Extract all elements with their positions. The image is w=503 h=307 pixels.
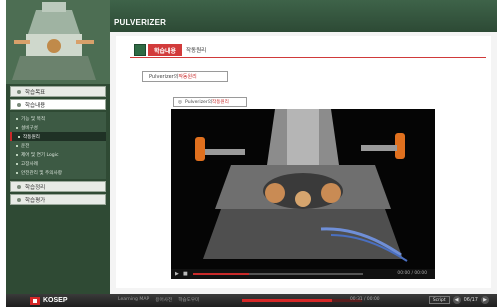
left-nav: 학습목표 학습내용 기능 및 목적 설비구성 작동원리 운전 제어 및 연기 L… (10, 86, 106, 207)
sub-item-label: 안전관리 및 주의사항 (21, 170, 62, 176)
sub-item-label: 작동원리 (23, 134, 40, 140)
footer-links: Learning MAP 용어사전 학습도우미 (118, 297, 199, 303)
nav-item-label: 학습정리 (25, 184, 46, 191)
header: PULVERIZER (110, 0, 497, 32)
course-progress-bar[interactable] (242, 299, 362, 302)
sub-item-operation[interactable]: 운전 (10, 141, 106, 150)
page-indicator: 06/17 (463, 297, 478, 303)
nav-item-objectives[interactable]: 학습목표 (10, 86, 106, 97)
left-panel: 학습목표 학습내용 기능 및 목적 설비구성 작동원리 운전 제어 및 연기 L… (6, 0, 110, 294)
sub-item-label: 고장사례 (21, 161, 38, 167)
section-subtitle: 작동원리 (186, 48, 207, 54)
pulverizer-illustration (6, 0, 110, 84)
footer-time: 00:31 / 00:00 (350, 297, 380, 302)
nav-item-label: 학습평가 (25, 197, 46, 204)
sub-item-failures[interactable]: 고장사례 (10, 159, 106, 168)
stop-icon[interactable]: ■ (183, 271, 189, 277)
bullet-icon (17, 102, 21, 107)
dot-icon (16, 171, 18, 174)
next-icon[interactable]: ▶ (481, 296, 489, 304)
sub-item-control-logic[interactable]: 제어 및 연기 Logic (10, 150, 106, 159)
video-caption-highlight: 작동원리 (211, 100, 229, 105)
video-caption: ◎ Pulverizer의 작동원리 (173, 97, 247, 107)
video-time: 00:00 / 00:00 (397, 271, 427, 276)
video-seek-fill (193, 273, 250, 275)
dot-icon (16, 144, 18, 147)
sub-item-label: 제어 및 연기 Logic (21, 152, 59, 158)
page-title: PULVERIZER (114, 18, 167, 27)
video-caption-prefix: Pulverizer의 (185, 100, 212, 105)
glossary-link[interactable]: 용어사전 (155, 297, 172, 303)
nav-submenu: 기능 및 목적 설비구성 작동원리 운전 제어 및 연기 Logic 고장사례 … (10, 112, 106, 179)
prev-icon[interactable]: ◀ (452, 296, 461, 304)
kosep-logo: KOSEP (30, 296, 68, 305)
section-header: 학습내용 작동원리 (130, 44, 486, 58)
topic-prefix: Pulverizer의 (149, 74, 179, 80)
video-panel: ◎ Pulverizer의 작동원리 ▶ ■ 00:00 / 00:00 (171, 97, 435, 281)
nav-item-content[interactable]: 학습내용 (10, 99, 106, 110)
video-controls: ▶ ■ 00:00 / 00:00 (171, 269, 435, 279)
bullet-icon (17, 197, 21, 202)
bullet-icon (17, 89, 21, 94)
sub-item-function[interactable]: 기능 및 목적 (10, 114, 106, 123)
script-button[interactable]: Script (428, 296, 450, 304)
main-content: 학습내용 작동원리 Pulverizer의 작동원리 ◎ Pulverizer의… (116, 36, 491, 288)
dot-icon (16, 162, 18, 165)
topic-highlight: 작동원리 (178, 74, 197, 80)
learning-map-link[interactable]: Learning MAP (118, 297, 149, 303)
footer-controls: Script ◀ 06/17 ▶ (428, 296, 489, 304)
logo-mark-icon (30, 296, 40, 305)
dot-icon (16, 126, 18, 129)
logo-text: KOSEP (43, 297, 68, 304)
video-player[interactable]: ▶ ■ 00:00 / 00:00 (171, 109, 435, 279)
play-icon[interactable]: ▶ (175, 271, 181, 277)
book-icon (134, 44, 146, 56)
sub-item-safety[interactable]: 안전관리 및 주의사항 (10, 168, 106, 177)
footer-bar: KOSEP Learning MAP 용어사전 학습도우미 00:31 / 00… (6, 294, 497, 307)
help-link[interactable]: 학습도우미 (178, 297, 199, 303)
dot-icon (16, 153, 18, 156)
pulverizer-animation (171, 109, 435, 269)
course-progress-fill (242, 299, 332, 302)
circle-icon: ◎ (178, 99, 183, 105)
sub-item-components[interactable]: 설비구성 (10, 123, 106, 132)
sub-item-label: 운전 (21, 143, 30, 149)
nav-item-summary[interactable]: 학습정리 (10, 181, 106, 192)
sub-item-principle[interactable]: 작동원리 (10, 132, 106, 141)
nav-item-label: 학습내용 (25, 102, 46, 109)
section-title: 학습내용 (148, 44, 182, 56)
topic-label: Pulverizer의 작동원리 (142, 71, 228, 82)
sub-item-label: 설비구성 (21, 125, 38, 131)
nav-item-evaluation[interactable]: 학습평가 (10, 194, 106, 205)
dot-icon (18, 135, 20, 138)
nav-item-label: 학습목표 (25, 89, 46, 96)
bullet-icon (17, 184, 21, 189)
sub-item-label: 기능 및 목적 (21, 116, 46, 122)
dot-icon (16, 117, 18, 120)
